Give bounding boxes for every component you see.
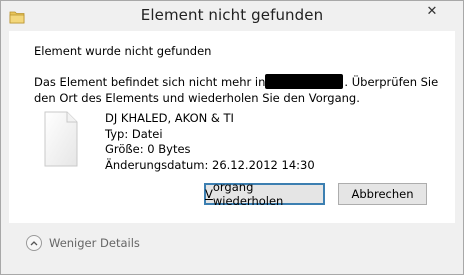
redacted-path (265, 74, 344, 89)
file-modified: Änderungsdatum: 26.12.2012 14:30 (105, 157, 315, 172)
dialog-message: Das Element befindet sich nicht mehr in.… (34, 74, 444, 106)
dialog-footer: Weniger Details (1, 223, 463, 274)
close-button[interactable]: ✕ (409, 1, 455, 22)
less-details-label: Weniger Details (49, 236, 140, 250)
title-bar[interactable]: Element nicht gefunden ✕ (1, 1, 463, 31)
dialog-window: Element nicht gefunden ✕ Element wurde n… (0, 0, 464, 275)
file-icon (44, 111, 78, 167)
cancel-button[interactable]: Abbrechen (338, 183, 427, 205)
dialog-content: Element wurde nicht gefunden Das Element… (9, 31, 455, 223)
retry-button-accesskey: V (205, 187, 213, 201)
file-size: Größe: 0 Bytes (105, 142, 191, 156)
chevron-up-icon (26, 235, 42, 251)
file-details: DJ KHALED, AKON & TI Typ: Datei Größe: 0… (105, 111, 315, 173)
file-name: DJ KHALED, AKON & TI (105, 111, 234, 125)
retry-button-label: organg wiederholen (212, 180, 284, 208)
dialog-heading: Element wurde nicht gefunden (34, 44, 212, 58)
file-type: Typ: Datei (105, 126, 163, 141)
less-details-toggle[interactable]: Weniger Details (26, 235, 140, 251)
window-title: Element nicht gefunden (140, 6, 324, 24)
message-text-before: Das Element befindet sich nicht mehr in (34, 75, 266, 89)
retry-button[interactable]: Vorgang wiederholen (204, 180, 325, 208)
close-icon: ✕ (426, 4, 438, 19)
